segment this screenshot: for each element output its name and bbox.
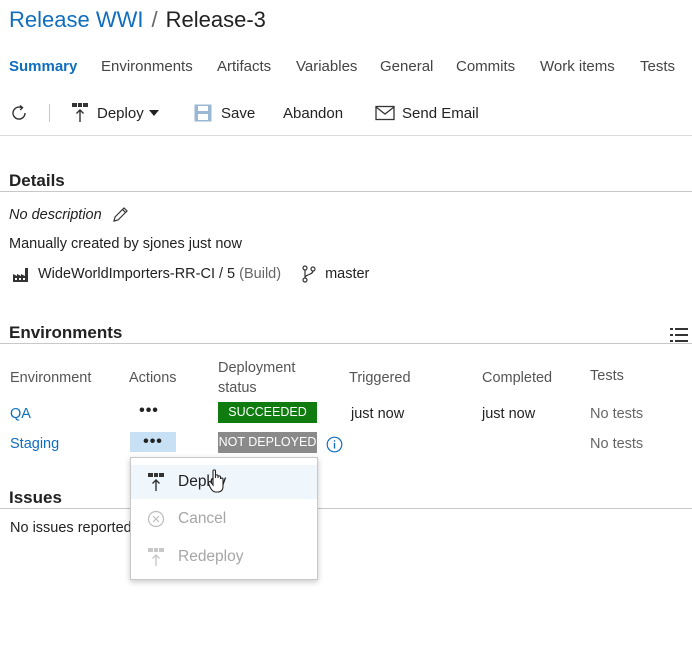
issues-heading: Issues bbox=[9, 488, 62, 507]
abandon-button[interactable]: Abandon bbox=[283, 100, 343, 126]
menu-redeploy-label: Redeploy bbox=[178, 548, 244, 565]
deploy-icon bbox=[146, 472, 166, 492]
toolbar-divider bbox=[49, 104, 50, 122]
env-staging-link[interactable]: Staging bbox=[10, 436, 59, 452]
chevron-down-icon bbox=[148, 110, 159, 116]
col-environment: Environment bbox=[10, 370, 92, 386]
menu-item-redeploy[interactable]: Redeploy bbox=[131, 540, 317, 574]
created-by-text: Manually created by sjones just now bbox=[9, 236, 242, 252]
branch-icon bbox=[302, 265, 316, 283]
staging-actions-button[interactable]: ••• bbox=[130, 432, 176, 452]
pipeline-link[interactable]: Release WWI bbox=[9, 7, 143, 32]
send-email-label: Send Email bbox=[402, 104, 479, 122]
deploy-icon bbox=[72, 103, 88, 122]
list-view-icon[interactable] bbox=[669, 326, 689, 344]
col-triggered: Triggered bbox=[349, 370, 411, 386]
issues-divider bbox=[0, 508, 692, 509]
release-name: Release-3 bbox=[165, 7, 266, 32]
staging-status-badge: NOT DEPLOYED bbox=[218, 432, 317, 453]
hand-cursor-icon bbox=[207, 469, 224, 493]
save-button[interactable]: Save bbox=[193, 100, 255, 126]
tab-variables[interactable]: Variables bbox=[296, 58, 357, 75]
qa-completed: just now bbox=[482, 406, 536, 422]
col-actions: Actions bbox=[129, 370, 177, 386]
col-tests: Tests bbox=[590, 368, 624, 384]
col-deployment-status: Deployment status bbox=[218, 358, 295, 398]
build-icon bbox=[13, 268, 28, 282]
refresh-button[interactable] bbox=[9, 100, 29, 126]
redeploy-icon bbox=[146, 547, 166, 567]
col-completed: Completed bbox=[482, 370, 553, 386]
tab-commits[interactable]: Commits bbox=[456, 58, 515, 75]
tab-bar: Summary Environments Artifacts Variables… bbox=[0, 58, 692, 80]
details-divider bbox=[0, 191, 692, 192]
col-status-line1: Deployment bbox=[218, 360, 296, 376]
abandon-label: Abandon bbox=[283, 104, 344, 122]
staging-tests: No tests bbox=[590, 436, 644, 452]
description-text: No description bbox=[9, 207, 102, 223]
qa-actions-button[interactable]: ••• bbox=[126, 401, 172, 421]
save-icon bbox=[194, 104, 212, 122]
tab-tests[interactable]: Tests bbox=[640, 58, 675, 75]
tab-work-items[interactable]: Work items bbox=[540, 58, 615, 75]
issues-text: No issues reported bbox=[10, 520, 132, 536]
send-email-button[interactable]: Send Email bbox=[375, 100, 479, 126]
environments-heading: Environments bbox=[9, 323, 123, 342]
tab-artifacts[interactable]: Artifacts bbox=[217, 58, 271, 75]
tab-environments[interactable]: Environments bbox=[101, 58, 193, 75]
pencil-icon[interactable] bbox=[111, 206, 129, 224]
tab-summary[interactable]: Summary bbox=[9, 58, 77, 75]
tab-general[interactable]: General bbox=[380, 58, 433, 75]
qa-triggered: just now bbox=[351, 406, 405, 422]
env-qa-link[interactable]: QA bbox=[10, 406, 31, 422]
toolbar-divider-line bbox=[0, 135, 692, 136]
cancel-icon bbox=[146, 509, 166, 529]
save-label: Save bbox=[221, 104, 256, 122]
artifact-type: (Build) bbox=[239, 266, 282, 282]
mail-icon bbox=[375, 105, 395, 121]
environments-divider bbox=[0, 343, 692, 344]
breadcrumb-separator: / bbox=[151, 7, 158, 32]
col-status-line2: status bbox=[218, 380, 257, 396]
page-title: Release WWI / Release-3 bbox=[9, 7, 266, 33]
artifact-name[interactable]: WideWorldImporters-RR-CI / 5 bbox=[38, 266, 235, 282]
qa-status-badge: SUCCEEDED bbox=[218, 402, 317, 423]
description-row: No description bbox=[9, 206, 129, 224]
menu-cancel-label: Cancel bbox=[178, 510, 227, 527]
artifact-row: WideWorldImporters-RR-CI / 5 (Build) mas… bbox=[12, 265, 369, 283]
details-heading: Details bbox=[9, 171, 65, 190]
qa-tests: No tests bbox=[590, 406, 644, 422]
branch-name: master bbox=[325, 266, 370, 282]
refresh-icon bbox=[12, 104, 26, 120]
deploy-label: Deploy bbox=[97, 104, 144, 122]
menu-item-cancel[interactable]: Cancel bbox=[131, 502, 317, 536]
info-icon[interactable] bbox=[326, 436, 343, 453]
deploy-button[interactable]: Deploy bbox=[70, 100, 159, 126]
